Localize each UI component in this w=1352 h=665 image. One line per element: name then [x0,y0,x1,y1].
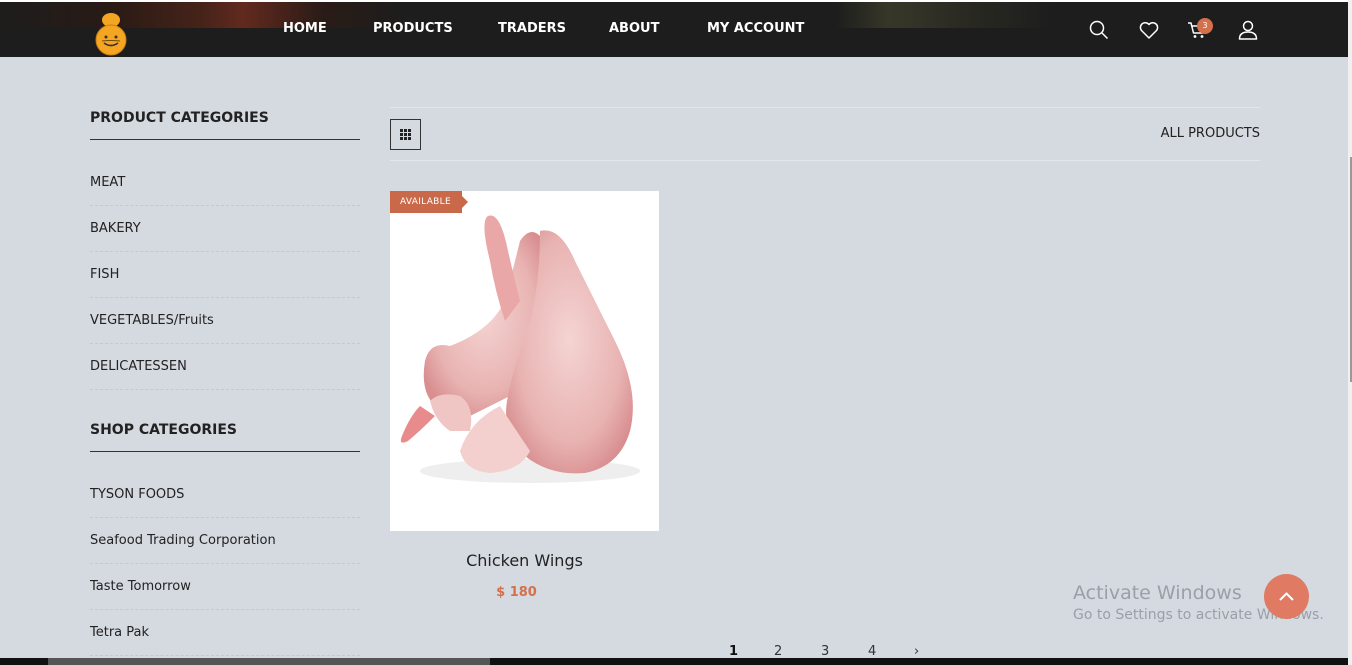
category-bakery[interactable]: BAKERY [90,206,360,252]
product-image[interactable] [390,191,659,531]
divider [90,451,360,452]
cart-count-badge: 3 [1197,18,1213,34]
nav-about[interactable]: ABOUT [609,21,659,36]
nav-my-account[interactable]: MY ACCOUNT [707,21,804,36]
category-delicatessen[interactable]: DELICATESSEN [90,344,360,390]
nav-products[interactable]: PRODUCTS [373,21,453,36]
heart-icon[interactable] [1139,21,1159,39]
chef-logo[interactable] [92,10,130,56]
category-fish[interactable]: FISH [90,252,360,298]
chevron-up-icon [1279,592,1294,601]
toolbar-divider [390,160,1260,161]
divider [90,139,360,140]
product-categories-title: PRODUCT CATEGORIES [90,110,269,126]
availability-badge: AVAILABLE [390,191,468,213]
shop-tyson-foods[interactable]: TYSON FOODS [90,472,360,518]
nav-traders[interactable]: TRADERS [498,21,566,36]
category-meat[interactable]: MEAT [90,160,360,206]
activate-windows-title: Activate Windows [1073,582,1242,604]
scroll-to-top-button[interactable] [1264,574,1309,619]
page-3[interactable]: 3 [821,644,829,659]
page-1[interactable]: 1 [729,644,738,659]
product-price: $ 180 [496,585,537,600]
horizontal-scrollbar-thumb[interactable] [48,658,490,665]
grid-icon [400,129,411,140]
product-name[interactable]: Chicken Wings [390,551,659,570]
page-4[interactable]: 4 [868,644,876,659]
shop-seafood-trading-corporation[interactable]: Seafood Trading Corporation [90,518,360,564]
shop-taste-tomorrow[interactable]: Taste Tomorrow [90,564,360,610]
grid-view-button[interactable] [390,119,421,150]
page-2[interactable]: 2 [774,644,782,659]
search-icon[interactable] [1089,20,1109,40]
nav-home[interactable]: HOME [283,21,327,36]
user-icon[interactable] [1238,20,1258,40]
all-products-label[interactable]: ALL PRODUCTS [1161,126,1260,141]
chicken-wings-image [400,215,640,483]
next-page-button[interactable]: › [914,644,919,659]
shop-categories-title: SHOP CATEGORIES [90,422,237,438]
shop-tetra-pak[interactable]: Tetra Pak [90,610,360,656]
toolbar-divider [390,107,1260,108]
category-vegetables-fruits[interactable]: VEGETABLES/Fruits [90,298,360,344]
